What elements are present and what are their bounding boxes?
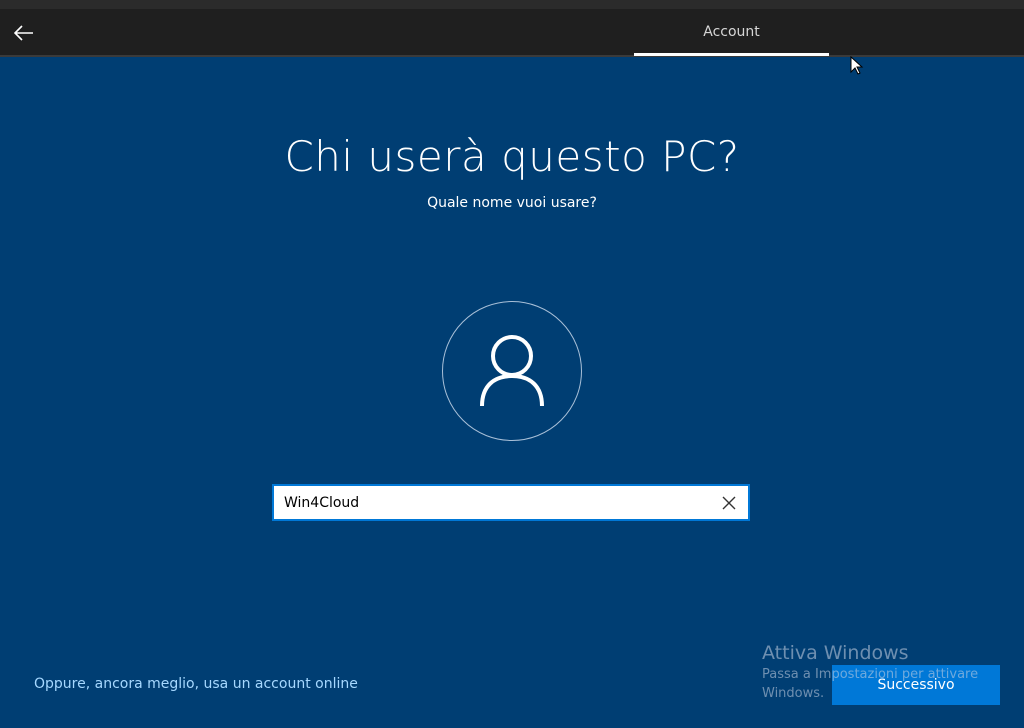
user-icon [480,335,544,407]
arrow-left-icon [14,25,33,41]
tab-account-label: Account [703,24,760,40]
page-title: Chi userà questo PC? [284,132,740,181]
close-icon [722,496,736,510]
back-button[interactable] [8,17,40,49]
title-bar: Account [0,9,1024,57]
tab-account[interactable]: Account [634,9,829,55]
watermark-title: Attiva Windows [762,642,909,664]
tab-selected-indicator [634,53,829,56]
page-subtitle: Quale nome vuoi usare? [427,195,597,211]
mouse-cursor-icon [850,56,864,75]
oobe-screen: Account Chi userà questo PC? Quale nome … [0,0,1024,728]
name-field[interactable] [272,484,750,521]
name-input[interactable] [284,486,704,519]
clear-button[interactable] [718,492,740,514]
next-button[interactable]: Successivo [832,665,1000,705]
top-strip [0,0,1024,9]
avatar [442,301,582,441]
online-account-link[interactable]: Oppure, ancora meglio, usa un account on… [34,676,358,692]
